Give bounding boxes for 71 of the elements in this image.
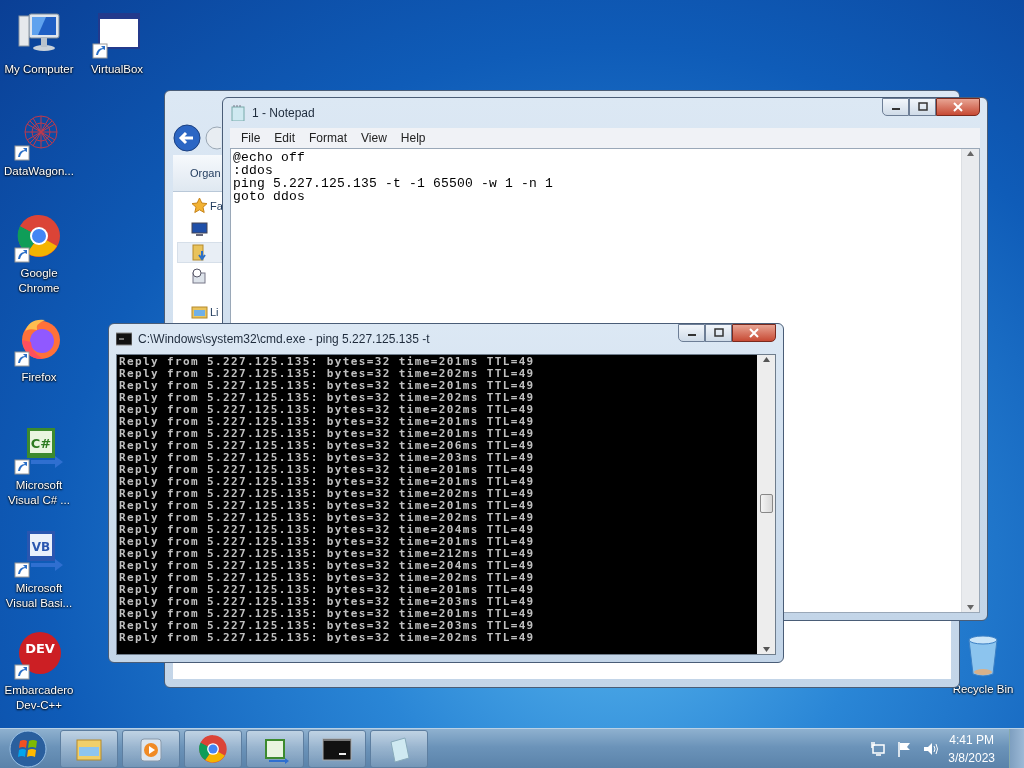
console-line: Reply from 5.227.125.135: bytes=32 time=201ms TTL=49 (119, 584, 536, 596)
menu-item[interactable]: File (234, 131, 268, 145)
close-icon (749, 328, 759, 338)
downloads-folder-icon[interactable] (191, 244, 208, 261)
console-line: Reply from 5.227.125.135: bytes=32 time=201ms TTL=49 (119, 476, 536, 488)
window-title: C:\Windows\system32\cmd.exe - ping 5.227.125.135 -t (138, 332, 431, 346)
desktop-icon-label[interactable]: Microsoft Visual Basi... (0, 581, 78, 611)
minimize-button[interactable] (678, 324, 705, 342)
console-line: Reply from 5.227.125.135: bytes=32 time=201ms TTL=49 (119, 500, 536, 512)
console-line: Reply from 5.227.125.135: bytes=32 time=202ms TTL=49 (119, 392, 536, 404)
console-line: Reply from 5.227.125.135: bytes=32 time=201ms TTL=49 (119, 464, 536, 476)
text-line: @echo off (233, 151, 306, 164)
close-icon (953, 102, 963, 112)
console-line: Reply from 5.227.125.135: bytes=32 time=202ms TTL=49 (119, 572, 536, 584)
console-line: Reply from 5.227.125.135: bytes=32 time=201ms TTL=49 (119, 416, 536, 428)
maximize-button[interactable] (705, 324, 732, 342)
console-line: Reply from 5.227.125.135: bytes=32 time=204ms TTL=49 (119, 524, 536, 536)
recent-places-icon[interactable] (191, 268, 208, 285)
desktop-icon-label[interactable]: VirtualBox (90, 62, 144, 77)
console-line: Reply from 5.227.125.135: bytes=32 time=202ms TTL=49 (119, 368, 536, 380)
console-line: Reply from 5.227.125.135: bytes=32 time=203ms TTL=49 (119, 620, 536, 632)
console-line: Reply from 5.227.125.135: bytes=32 time=201ms TTL=49 (119, 356, 536, 368)
start-button[interactable] (8, 729, 48, 768)
window-title: 1 - Notepad (252, 106, 316, 120)
desktop-icon-label[interactable]: Microsoft Visual C# ... (0, 478, 78, 508)
close-button[interactable] (732, 324, 776, 342)
console-line: Reply from 5.227.125.135: bytes=32 time=202ms TTL=49 (119, 404, 536, 416)
clock-date[interactable]: 3/8/2023 (948, 749, 995, 767)
console-line: Reply from 5.227.125.135: bytes=32 time=203ms TTL=49 (119, 452, 536, 464)
text-line: ping 5.227.125.135 -t -1 65500 -w 1 -n 1 (233, 177, 555, 190)
console-line: Reply from 5.227.125.135: bytes=32 time=201ms TTL=49 (119, 608, 536, 620)
desktop-icon-label[interactable]: DataWagon... (4, 164, 74, 179)
scroll-thumb[interactable] (759, 494, 773, 513)
back-button[interactable] (173, 124, 201, 152)
desktop-icon[interactable] (191, 220, 208, 237)
text-line: :ddos (233, 164, 274, 177)
scroll-down-icon[interactable] (966, 603, 975, 612)
console-line: Reply from 5.227.125.135: bytes=32 time=202ms TTL=49 (119, 488, 536, 500)
menu-item[interactable]: Help (393, 131, 433, 145)
taskbar-button[interactable] (308, 730, 366, 768)
close-button[interactable] (936, 98, 980, 116)
menu-item[interactable]: Edit (267, 131, 303, 145)
console-icon (116, 331, 132, 347)
console-line: Reply from 5.227.125.135: bytes=32 time=202ms TTL=49 (119, 632, 536, 644)
minimize-button[interactable] (882, 98, 909, 116)
notepad-icon (230, 105, 246, 121)
chrome-icon (197, 734, 229, 764)
console-line: Reply from 5.227.125.135: bytes=32 time=203ms TTL=49 (119, 596, 536, 608)
maximize-button[interactable] (909, 98, 936, 116)
console-line: Reply from 5.227.125.135: bytes=32 time=201ms TTL=49 (119, 380, 536, 392)
nav-item-label[interactable]: Li (210, 305, 219, 318)
console-line: Reply from 5.227.125.135: bytes=32 time=201ms TTL=49 (119, 428, 536, 440)
desktop-icon-label[interactable]: Google Chrome (0, 266, 78, 296)
console-line: Reply from 5.227.125.135: bytes=32 time=202ms TTL=49 (119, 512, 536, 524)
desktop-icon-label[interactable]: Embarcadero Dev-C++ (0, 683, 78, 713)
star-icon[interactable] (191, 197, 208, 214)
organize-menu[interactable]: Organ (190, 167, 221, 179)
menu-item[interactable]: View (354, 131, 394, 145)
console-line: Reply from 5.227.125.135: bytes=32 time=204ms TTL=49 (119, 560, 536, 572)
menu-item[interactable]: Format (302, 131, 355, 145)
console-line: Reply from 5.227.125.135: bytes=32 time=206ms TTL=49 (119, 440, 536, 452)
console-line: Reply from 5.227.125.135: bytes=32 time=201ms TTL=49 (119, 536, 536, 548)
maximize-icon (917, 102, 928, 112)
scroll-down-icon[interactable] (761, 645, 771, 654)
console-line: Reply from 5.227.125.135: bytes=32 time=212ms TTL=49 (119, 548, 536, 560)
desktop-icon-label[interactable]: Firefox (21, 370, 57, 385)
nav-item-label[interactable]: Fa (210, 199, 223, 212)
maximize-icon (713, 328, 724, 338)
text-line: goto ddos (233, 190, 306, 203)
scroll-up-icon[interactable] (761, 355, 771, 364)
desktop-icon-label[interactable]: My Computer (4, 62, 74, 77)
